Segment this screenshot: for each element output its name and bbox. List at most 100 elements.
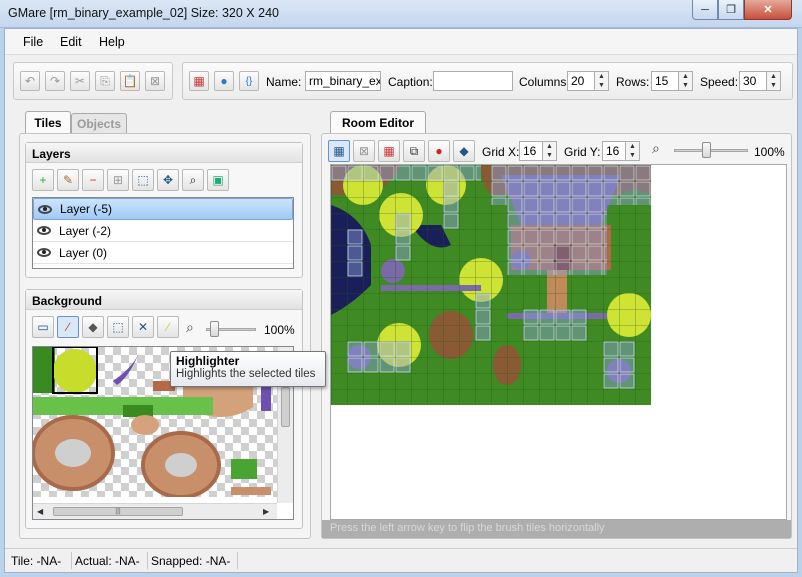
brush-icon[interactable]: ∕ (57, 316, 79, 338)
paste-icon[interactable]: 📋 (120, 71, 140, 91)
room-zoom-label: 100% (754, 145, 785, 159)
grid-x-field[interactable]: 16 (519, 141, 543, 161)
list-item[interactable]: Layer (-2) (33, 220, 293, 242)
background-toolbar: ▭ ∕ ◆ ⬚ ✕ ∕ (32, 316, 182, 340)
grid-y-spinner[interactable]: ▲ ▼ (626, 141, 640, 161)
grid-x-label: Grid X: (482, 145, 520, 159)
layers-group: Layers + ✎ − ⊞ ⬚ ✥ ⌕ ▣ Layer (-5) Layer … (25, 142, 303, 278)
merge-layer-icon[interactable]: ⊞ (107, 169, 129, 191)
grid-y-field[interactable]: 16 (602, 141, 626, 161)
status-separator (147, 552, 148, 569)
zoom-icon: ⌕ (652, 140, 660, 156)
grid-x-spinner[interactable]: ▲ ▼ (543, 141, 557, 161)
horizontal-scroll-thumb[interactable]: ||| (53, 507, 183, 516)
room-zoom-slider[interactable] (674, 149, 748, 152)
speed-spinner[interactable]: ▲ ▼ (767, 71, 781, 91)
image-icon[interactable]: ▣ (207, 169, 229, 191)
eye-icon[interactable] (38, 204, 52, 214)
columns-field[interactable]: 20 (567, 71, 595, 91)
cut-icon[interactable]: ✂ (70, 71, 90, 91)
edit-layer-icon[interactable]: ✎ (57, 169, 79, 191)
room-editor-panel: ▦ ⊠ ▦ ⧉ ● ◆ Grid X: 16 ▲ ▼ Grid Y: 16 ▲ ▼ … (321, 133, 792, 539)
menu-bar: File Edit Help (5, 29, 797, 55)
instance-icon[interactable]: ◆ (453, 140, 475, 162)
title-bar: GMare [rm_binary_example_02] Size: 320 X… (0, 0, 802, 28)
swap-icon[interactable]: ✕ (132, 316, 154, 338)
columns-spinner[interactable]: ▲ ▼ (595, 71, 609, 91)
status-snapped: Snapped: -NA- (151, 554, 231, 568)
eye-icon[interactable] (37, 226, 51, 235)
grid-icon[interactable]: ▦ (328, 140, 350, 162)
selection-icon[interactable]: ⬚ (107, 316, 129, 338)
tooltip-title: Highlighter (176, 354, 240, 368)
speed-field[interactable]: 30 (739, 71, 767, 91)
layers-toolbar: + ✎ − ⊞ ⬚ ✥ ⌕ ▣ (32, 169, 302, 193)
window-title: GMare [rm_binary_example_02] Size: 320 X… (8, 6, 279, 20)
maximize-button[interactable]: ❐ (718, 0, 744, 20)
undo-icon[interactable]: ↶ (20, 71, 40, 91)
room-grid-icon[interactable]: ▦ (189, 71, 209, 91)
layers-list: Layer (-5) Layer (-2) Layer (0) (32, 197, 294, 269)
layer-grid-icon[interactable]: ▦ (378, 140, 400, 162)
edit-toolbar: ↶ ↷ ✂ ⎘ 📋 ⊠ (13, 62, 173, 100)
columns-label: Columns: (519, 75, 570, 89)
isometric-grid-icon[interactable]: ⊠ (353, 140, 375, 162)
binoculars-icon[interactable]: ⌕ (182, 169, 204, 191)
tiles-view-icon[interactable]: ⧉ (403, 140, 425, 162)
copy-icon[interactable]: ⎘ (95, 71, 115, 91)
grid-y-label: Grid Y: (564, 145, 601, 159)
close-button[interactable]: ✕ (744, 0, 792, 20)
fill-bucket-icon[interactable]: ◆ (82, 316, 104, 338)
bg-zoom-label: 100% (264, 323, 295, 337)
bg-zoom-thumb[interactable] (210, 321, 219, 337)
scroll-left-icon[interactable]: ◀ (37, 507, 43, 516)
delete-icon[interactable]: ⊠ (145, 71, 165, 91)
status-bar: Tile: -NA- Actual: -NA- Snapped: -NA- (5, 548, 797, 572)
list-item[interactable]: Layer (-5) (33, 198, 293, 220)
add-layer-icon[interactable]: + (32, 169, 54, 191)
hint-bar: Press the left arrow key to flip the bru… (322, 520, 791, 538)
menu-file[interactable]: File (23, 35, 43, 49)
rows-label: Rows: (616, 75, 650, 89)
background-group: Background ▭ ∕ ◆ ⬚ ✕ ∕ ⌕ 100% ◀ ||| ▶ (25, 289, 303, 529)
menu-edit[interactable]: Edit (60, 35, 82, 49)
vertical-scroll-thumb[interactable] (281, 387, 290, 427)
status-separator (237, 552, 238, 569)
delete-layer-icon[interactable]: − (82, 169, 104, 191)
tab-room-editor[interactable]: Room Editor (330, 111, 426, 133)
rows-field[interactable]: 15 (651, 71, 679, 91)
status-actual: Actual: -NA- (75, 554, 140, 568)
name-field[interactable]: rm_binary_exam (305, 71, 381, 91)
status-tile: Tile: -NA- (11, 554, 62, 568)
room-map (331, 165, 651, 405)
script-icon[interactable]: {} (239, 71, 259, 91)
tab-tiles[interactable]: Tiles (25, 111, 71, 133)
speed-label: Speed: (700, 75, 739, 89)
object-icon[interactable]: ● (428, 140, 450, 162)
globe-icon[interactable]: ● (214, 71, 234, 91)
room-editor-toolbar: ▦ ⊠ ▦ ⧉ ● ◆ (328, 140, 478, 162)
caption-field[interactable] (433, 71, 513, 91)
eye-icon[interactable] (37, 248, 51, 257)
tooltip: Highlighter Highlights the selected tile… (170, 351, 326, 387)
minimize-button[interactable]: ─ (692, 0, 718, 20)
window-client: File Edit Help ↶ ↷ ✂ ⎘ 📋 ⊠ ▦ ● {} Name: … (4, 28, 798, 573)
room-canvas[interactable] (330, 164, 787, 520)
rows-spinner[interactable]: ▲ ▼ (679, 71, 693, 91)
background-title: Background (26, 290, 302, 310)
tiles-panel: Layers + ✎ − ⊞ ⬚ ✥ ⌕ ▣ Layer (-5) Layer … (19, 133, 311, 539)
tooltip-body: Highlights the selected tiles (176, 368, 316, 380)
room-zoom-thumb[interactable] (702, 142, 711, 158)
list-item[interactable]: Layer (0) (33, 242, 293, 264)
move-layer-icon[interactable]: ✥ (157, 169, 179, 191)
caption-label: Caption: (388, 75, 433, 89)
horizontal-scrollbar[interactable]: ◀ ||| ▶ (33, 503, 277, 519)
tab-objects[interactable]: Objects (71, 113, 127, 133)
menu-help[interactable]: Help (99, 35, 125, 49)
highlighter-icon[interactable]: ∕ (157, 316, 179, 338)
background-image-icon[interactable]: ▭ (32, 316, 54, 338)
scroll-right-icon[interactable]: ▶ (263, 507, 269, 516)
shift-layer-icon[interactable]: ⬚ (132, 169, 154, 191)
name-label: Name: (266, 75, 302, 89)
redo-icon[interactable]: ↷ (45, 71, 65, 91)
